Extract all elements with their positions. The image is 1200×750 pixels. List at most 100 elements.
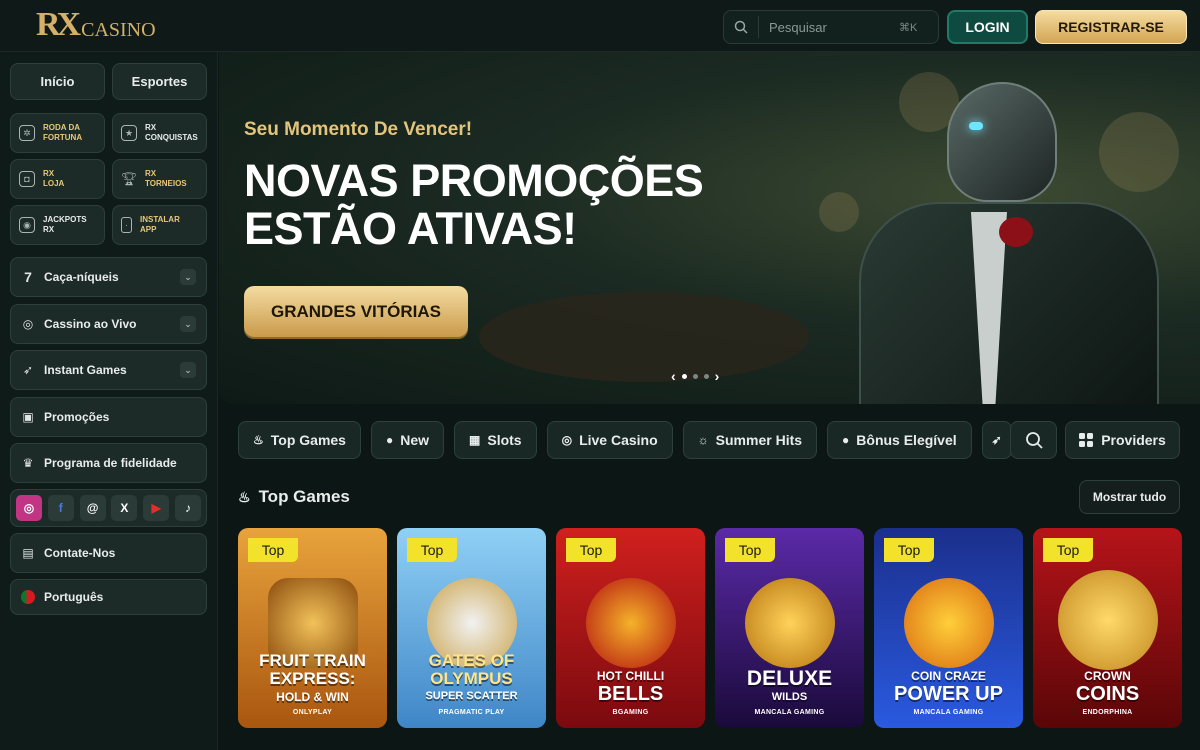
search-shortcut: ⌘K	[899, 21, 918, 34]
sidebar-item-promocoes[interactable]: ▣ Promoções	[10, 397, 207, 437]
tile-rx-loja[interactable]: ◘ RX LOJA	[10, 159, 105, 199]
game-card[interactable]: Top CROWN COINS ENDORPHINA	[1033, 528, 1182, 728]
gift-icon: ▣	[22, 410, 34, 424]
coin-craze-logo-image	[903, 578, 994, 668]
flame-icon: ♨	[238, 488, 251, 505]
tile-label: INSTALAR APP	[140, 215, 180, 234]
search-box[interactable]: ⌘K	[723, 10, 939, 44]
tab-label: Summer Hits	[715, 432, 803, 448]
register-button[interactable]: REGISTRAR-SE	[1035, 10, 1187, 44]
game-provider: BGAMING	[612, 709, 649, 716]
tab-instant[interactable]: ➶	[981, 421, 1012, 459]
category-tabs: ♨ Top Games ● New ▦ Slots ◎ Live Casino ☼ Sum…	[238, 421, 1012, 459]
tile-label: RX LOJA	[43, 169, 65, 188]
carousel-dot[interactable]	[681, 373, 687, 379]
top-badge: Top	[725, 538, 775, 562]
banner-cta-button[interactable]: GRANDES VITÓRIAS	[244, 286, 468, 337]
game-card[interactable]: Top COIN CRAZE POWER UP MANCALA GAMING	[874, 528, 1023, 728]
sidebar-item-caca-niqueis[interactable]: 7 Caça-níqueis ⌄	[10, 257, 207, 297]
tab-label: Slots	[487, 432, 522, 448]
providers-button[interactable]: Providers	[1065, 421, 1180, 459]
threads-icon[interactable]: @	[79, 495, 106, 521]
x-icon[interactable]: X	[111, 495, 138, 521]
carousel-dot[interactable]	[703, 373, 709, 379]
chevron-down-icon[interactable]: ⌄	[180, 362, 196, 378]
game-subtitle: COINS	[1075, 683, 1140, 705]
sidebar-item-label: Contate-Nos	[44, 546, 116, 560]
flame-icon: ♨	[253, 433, 264, 447]
bonus-icon: ●	[842, 433, 850, 447]
tile-roda-da-fortuna[interactable]: ✲ RODA DA FORTUNA	[10, 113, 105, 153]
new-icon: ●	[385, 433, 394, 447]
game-title: GATES OF OLYMPUS	[428, 651, 515, 688]
portugal-flag-icon	[21, 590, 35, 604]
sidebar-item-contate-nos[interactable]: ▤ Contate-Nos	[10, 533, 207, 573]
tab-bonus-elegivel[interactable]: ● Bônus Elegível	[827, 421, 972, 459]
game-card[interactable]: Top DELUXE WILDS MANCALA GAMING	[715, 528, 864, 728]
tab-label: New	[400, 432, 430, 448]
tab-slots[interactable]: ▦ Slots	[454, 421, 537, 459]
game-subtitle: BELLS	[597, 683, 664, 705]
game-provider: PRAGMATIC PLAY	[438, 709, 505, 716]
sidebar: Início Esportes ✲ RODA DA FORTUNA ★ RX CON…	[0, 52, 218, 750]
crown-coin-image	[1057, 570, 1158, 670]
chevron-left-icon[interactable]: ‹	[671, 368, 676, 384]
game-title: FRUIT TRAIN EXPRESS:	[259, 651, 366, 688]
chevron-down-icon[interactable]: ⌄	[180, 269, 196, 285]
game-subtitle: WILDS	[771, 691, 808, 703]
tile-rx-torneios[interactable]: 🏆︎ RX TORNEIOS	[112, 159, 207, 199]
game-card[interactable]: Top GATES OF OLYMPUS SUPER SCATTER PRAGM…	[397, 528, 546, 728]
game-card[interactable]: Top HOT CHILLI BELLS BGAMING	[556, 528, 705, 728]
top-badge: Top	[407, 538, 457, 562]
table-image	[479, 292, 809, 382]
slots-icon: ▦	[469, 433, 481, 447]
sidebar-tiles: ✲ RODA DA FORTUNA ★ RX CONQUISTAS ◘ RX LOJA…	[10, 113, 207, 245]
tile-jackpots-rx[interactable]: ◉ JACKPOTS RX	[10, 205, 105, 245]
show-all-button[interactable]: Mostrar tudo	[1079, 480, 1180, 514]
instagram-icon[interactable]: ◎	[16, 495, 42, 521]
banner-kicker: Seu Momento De Vencer!	[244, 119, 473, 140]
game-title: COIN CRAZE	[911, 669, 986, 683]
top-badge: Top	[884, 538, 934, 562]
sidebar-item-instant-games[interactable]: ➶ Instant Games ⌄	[10, 350, 207, 390]
tab-live-casino[interactable]: ◎ Live Casino	[546, 421, 673, 459]
tab-label: Top Games	[270, 432, 346, 448]
sidebar-item-label: Cassino ao Vivo	[44, 317, 137, 331]
tab-inicio[interactable]: Início	[10, 63, 105, 100]
search-input[interactable]	[769, 19, 899, 35]
sidebar-item-cassino-ao-vivo[interactable]: ◎ Cassino ao Vivo ⌄	[10, 304, 207, 344]
tab-top-games[interactable]: ♨ Top Games	[238, 421, 361, 459]
tiktok-icon[interactable]: ♪	[174, 495, 201, 521]
game-card[interactable]: Top FRUIT TRAIN EXPRESS: HOLD & WIN ONLY…	[238, 528, 387, 728]
login-button[interactable]: LOGIN	[947, 10, 1028, 44]
facebook-icon[interactable]: f	[47, 495, 74, 521]
section-title: Top Games	[258, 487, 350, 506]
phone-icon: ·	[121, 217, 132, 233]
tab-new[interactable]: ● New	[370, 421, 445, 459]
game-provider: ONLYPLAY	[292, 709, 333, 716]
game-search-button[interactable]	[1010, 421, 1057, 459]
chevron-down-icon[interactable]: ⌄	[180, 316, 196, 332]
sidebar-item-label: Promoções	[44, 410, 110, 424]
language-selector[interactable]: Português	[10, 579, 207, 615]
promo-banner[interactable]: Seu Momento De Vencer! NOVAS PROMOÇÕES E…	[219, 52, 1200, 404]
crown-icon: ♛	[22, 456, 34, 470]
youtube-icon[interactable]: ▶	[143, 495, 170, 521]
tile-label: RX TORNEIOS	[145, 169, 187, 188]
tile-instalar-app[interactable]: · INSTALAR APP	[112, 205, 207, 245]
tab-esportes[interactable]: Esportes	[112, 63, 207, 100]
sidebar-item-label: Programa de fidelidade	[44, 456, 177, 470]
game-provider: MANCALA GAMING	[754, 709, 825, 716]
sidebar-item-programa-de-fidelidade[interactable]: ♛ Programa de fidelidade	[10, 443, 207, 483]
tile-rx-conquistas[interactable]: ★ RX CONQUISTAS	[112, 113, 207, 153]
bokeh-light	[1099, 112, 1179, 192]
banner-title: NOVAS PROMOÇÕES ESTÃO ATIVAS!	[244, 155, 704, 254]
providers-label: Providers	[1101, 432, 1166, 448]
chevron-right-icon[interactable]: ›	[715, 368, 720, 384]
jackpot-icon: ◉	[19, 217, 35, 233]
shopping-bag-icon: ◘	[19, 171, 35, 187]
tab-summer-hits[interactable]: ☼ Summer Hits	[682, 421, 818, 459]
search-icon	[1025, 432, 1043, 449]
carousel-dot[interactable]	[692, 373, 698, 379]
rx-casino-logo[interactable]: RX CASINO	[36, 6, 156, 44]
